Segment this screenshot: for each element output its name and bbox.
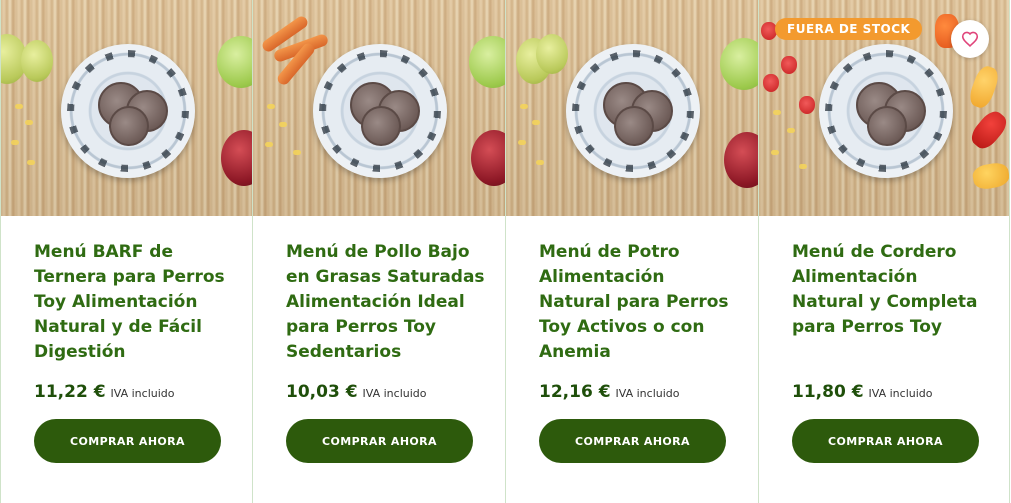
- pear-decor: [536, 34, 568, 74]
- product-price: 11,80 €: [792, 382, 864, 402]
- buy-now-button[interactable]: COMPRAR AHORA: [792, 419, 979, 463]
- strawberry-decor: [781, 56, 797, 74]
- capsule-decor: [15, 104, 23, 109]
- product-title[interactable]: Menú de Potro Alimentación Natural para …: [539, 240, 739, 380]
- capsule-decor: [773, 110, 781, 115]
- product-card[interactable]: Menú de Potro Alimentación Natural para …: [506, 0, 759, 503]
- buy-now-button[interactable]: COMPRAR AHORA: [34, 419, 221, 463]
- pepper-decor: [966, 106, 1009, 154]
- strawberry-decor: [763, 74, 779, 92]
- product-grid: Menú BARF de Ternera para Perros Toy Ali…: [0, 0, 1011, 503]
- product-image[interactable]: [506, 0, 758, 216]
- favorite-button[interactable]: [951, 20, 989, 58]
- meat-slice: [614, 106, 654, 146]
- capsule-decor: [518, 140, 526, 145]
- product-card[interactable]: FUERA DE STOCK Menú de Cordero Alimentac…: [759, 0, 1010, 503]
- capsule-decor: [787, 128, 795, 133]
- product-image[interactable]: [1, 0, 252, 216]
- apple-decor: [720, 38, 758, 90]
- capsule-decor: [267, 104, 275, 109]
- capsule-decor: [536, 160, 544, 165]
- pear-decor: [21, 40, 53, 82]
- product-card[interactable]: Menú BARF de Ternera para Perros Toy Ali…: [0, 0, 253, 503]
- meat-slice: [361, 106, 401, 146]
- apple-decor: [217, 36, 252, 88]
- meat-slice: [867, 106, 907, 146]
- capsule-decor: [532, 120, 540, 125]
- buy-now-button[interactable]: COMPRAR AHORA: [286, 419, 473, 463]
- capsule-decor: [520, 104, 528, 109]
- product-price: 11,22 €: [34, 382, 106, 402]
- capsule-decor: [771, 150, 779, 155]
- product-card[interactable]: Menú de Pollo Bajo en Grasas Saturadas A…: [253, 0, 506, 503]
- capsule-decor: [27, 160, 35, 165]
- buy-now-button[interactable]: COMPRAR AHORA: [539, 419, 726, 463]
- pepper-decor: [966, 63, 1002, 111]
- heart-icon: [961, 31, 979, 47]
- product-title[interactable]: Menú de Cordero Alimentación Natural y C…: [792, 240, 992, 380]
- apple-decor: [471, 130, 505, 186]
- capsule-decor: [799, 164, 807, 169]
- capsule-decor: [11, 140, 19, 145]
- apple-decor: [469, 36, 505, 88]
- capsule-decor: [279, 122, 287, 127]
- capsule-decor: [25, 120, 33, 125]
- meat-slice: [109, 106, 149, 146]
- product-price: 12,16 €: [539, 382, 611, 402]
- product-title[interactable]: Menú de Pollo Bajo en Grasas Saturadas A…: [286, 240, 486, 380]
- apple-decor: [724, 132, 758, 188]
- apple-decor: [221, 130, 252, 186]
- pepper-decor: [971, 161, 1009, 191]
- out-of-stock-badge: FUERA DE STOCK: [775, 18, 923, 40]
- tax-note: IVA incluido: [868, 387, 933, 400]
- capsule-decor: [265, 142, 273, 147]
- product-image[interactable]: [253, 0, 505, 216]
- product-image[interactable]: FUERA DE STOCK: [759, 0, 1009, 216]
- product-price: 10,03 €: [286, 382, 358, 402]
- strawberry-decor: [799, 96, 815, 114]
- product-title[interactable]: Menú BARF de Ternera para Perros Toy Ali…: [34, 240, 234, 380]
- tax-note: IVA incluido: [362, 387, 427, 400]
- capsule-decor: [293, 150, 301, 155]
- tax-note: IVA incluido: [615, 387, 680, 400]
- tax-note: IVA incluido: [110, 387, 175, 400]
